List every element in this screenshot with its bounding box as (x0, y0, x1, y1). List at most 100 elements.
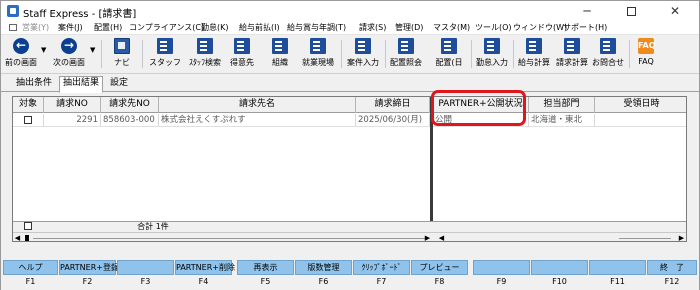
payroll-calc-button[interactable]: 給与計算 (514, 37, 554, 71)
menu-tools[interactable]: ツール(O) (475, 22, 512, 33)
total-row: 合計 1件 (13, 221, 686, 232)
f6-version-button[interactable]: 版数管理 (295, 260, 352, 275)
total-text: 合計 (137, 222, 154, 231)
window-title: Staff Express - [請求書] (23, 9, 137, 20)
toolbar: ← 前の画面 ▼ → 次の画面 ▼ ナビ スタッフ ｽﾀｯﾌ検索 得意先 組織 (1, 36, 699, 74)
back-dropdown-icon[interactable]: ▼ (41, 46, 46, 54)
navi-icon (114, 38, 130, 54)
menu-admin[interactable]: 管理(D) (395, 22, 423, 33)
toolbar-separator (341, 40, 342, 68)
row-target-cell (13, 114, 44, 127)
f9-button[interactable] (473, 260, 530, 275)
menu-assign[interactable]: 配置(H) (94, 22, 122, 33)
menu-attendance[interactable]: 勤怠(K) (201, 22, 229, 33)
org-icon (272, 38, 288, 54)
col-department[interactable]: 担当部門 (529, 97, 595, 113)
maximize-button[interactable] (609, 1, 653, 21)
job-entry-button[interactable]: 案件入力 (343, 37, 383, 71)
attendance-entry-button[interactable]: 勤怠入力 (472, 37, 512, 71)
minimize-button[interactable]: ─ (565, 1, 609, 21)
f9-key-label: F9 (496, 277, 507, 286)
row-select-checkbox[interactable] (24, 116, 32, 124)
back-button[interactable]: ← 前の画面 (3, 37, 39, 71)
navi-button[interactable]: ナビ (107, 37, 137, 71)
faq-button[interactable]: FAQ FAQ (631, 37, 661, 71)
toolbar-separator (101, 40, 102, 68)
menu-compliance[interactable]: コンプライアンス(C) (129, 22, 204, 33)
f1-key-label: F1 (25, 277, 36, 286)
scroll-left-icon[interactable]: ◀ (13, 234, 22, 241)
col-received[interactable]: 受領日時 (595, 97, 686, 113)
maximize-icon (626, 7, 636, 16)
f11-button[interactable] (589, 260, 646, 275)
scroll-left-icon-2[interactable]: ◀ (437, 234, 446, 241)
col-closing-date[interactable]: 請求締日 (356, 97, 430, 113)
work-site-button[interactable]: 就業現場 (297, 37, 339, 71)
arrow-left-icon: ← (13, 38, 29, 54)
tab-extract-results[interactable]: 抽出結果 (59, 76, 104, 93)
scroll-right-icon[interactable]: ▶ (423, 234, 432, 241)
menu-bar: 営業(Y) 案件(J) 配置(H) コンプライアンス(C) 勤怠(K) 給与前払… (1, 21, 699, 35)
function-key-bar: ヘルプ PARTNER+登録 PARTNER+削除 再表示 版数管理 ｸﾘｯﾌﾟ… (1, 260, 699, 290)
f8-preview-button[interactable]: プレビュー (411, 260, 468, 275)
menu-billing[interactable]: 請求(S) (359, 22, 386, 33)
staff-icon (157, 38, 173, 54)
tab-strip: 抽出条件 抽出結果 設定 (1, 75, 699, 93)
horizontal-scrollbar[interactable]: ◀ ▶ ◀ ▶ (13, 232, 686, 241)
f1-help-button[interactable]: ヘルプ (3, 260, 58, 275)
menu-sales[interactable]: 営業(Y) (22, 22, 49, 33)
menu-payroll[interactable]: 給与賞与年調(T) (287, 22, 346, 33)
scroll-track (33, 238, 425, 239)
menu-jobs[interactable]: 案件(J) (58, 22, 83, 33)
forward-dropdown-icon[interactable]: ▼ (90, 46, 95, 54)
f12-key-label: F12 (664, 277, 680, 286)
assign-view-button[interactable]: 配置照会 (386, 37, 426, 71)
attendance-icon (484, 38, 500, 54)
department-cell: 北海道・東北 (529, 114, 595, 127)
scroll-right-icon-2[interactable]: ▶ (677, 234, 686, 241)
f10-key-label: F10 (552, 277, 567, 286)
arrow-right-icon: → (61, 38, 77, 54)
f3-button[interactable] (117, 260, 174, 275)
col-target[interactable]: 対象 (13, 97, 44, 113)
menu-advance-pay[interactable]: 給与前払(I) (239, 22, 280, 33)
client-button[interactable]: 得意先 (227, 37, 257, 71)
total-label: 合計 1件 (123, 222, 183, 232)
col-client-no[interactable]: 請求先NO (101, 97, 159, 113)
billing-calc-button[interactable]: 請求計算 (552, 37, 592, 71)
job-entry-icon (355, 38, 371, 54)
scroll-thumb-right[interactable] (619, 238, 671, 239)
table-row[interactable]: 2291 858603-000 株式会社えくすぷれす 2025/06/30(月)… (13, 114, 686, 127)
menu-window[interactable]: ウィンドウ(W) (513, 22, 567, 33)
col-billing-no[interactable]: 請求NO (44, 97, 101, 113)
system-menu-icon[interactable] (9, 24, 17, 31)
app-window: Staff Express - [請求書] ─ ✕ 営業(Y) 案件(J) 配置… (0, 0, 700, 290)
f2-partner-register-button[interactable]: PARTNER+登録 (59, 260, 119, 275)
menu-master[interactable]: マスタ(M) (433, 22, 470, 33)
f12-exit-button[interactable]: 終 了 (647, 260, 697, 275)
partner-status-highlight (431, 90, 526, 126)
tab-extract-conditions[interactable]: 抽出条件 (13, 77, 55, 92)
staff-button[interactable]: スタッフ (147, 37, 183, 71)
f10-button[interactable] (531, 260, 588, 275)
f5-refresh-button[interactable]: 再表示 (237, 260, 294, 275)
select-all-checkbox[interactable] (24, 222, 32, 230)
faq-icon: FAQ (638, 38, 656, 54)
tab-settings[interactable]: 設定 (107, 77, 131, 92)
close-button[interactable]: ✕ (653, 1, 697, 21)
org-button[interactable]: 組織 (265, 37, 295, 71)
f4-partner-delete-button[interactable]: PARTNER+削除 (175, 260, 235, 275)
forward-button[interactable]: → 次の画面 (51, 37, 87, 71)
f7-clipboard-button[interactable]: ｸﾘｯﾌﾟﾎﾞｰﾄﾞ (353, 260, 410, 275)
menu-support[interactable]: サポート(H) (563, 22, 607, 33)
assign-day-button[interactable]: 配置(日 (429, 37, 469, 71)
received-cell (595, 114, 686, 127)
billing-no-cell: 2291 (44, 114, 101, 127)
col-client-name[interactable]: 請求先名 (159, 97, 356, 113)
staff-search-button[interactable]: ｽﾀｯﾌ検索 (185, 37, 225, 71)
assign-view-icon (398, 38, 414, 54)
client-name-cell: 株式会社えくすぷれす (159, 114, 356, 127)
payroll-icon (526, 38, 542, 54)
scroll-thumb-left[interactable] (25, 235, 29, 241)
contact-button[interactable]: お問合せ (588, 37, 628, 71)
